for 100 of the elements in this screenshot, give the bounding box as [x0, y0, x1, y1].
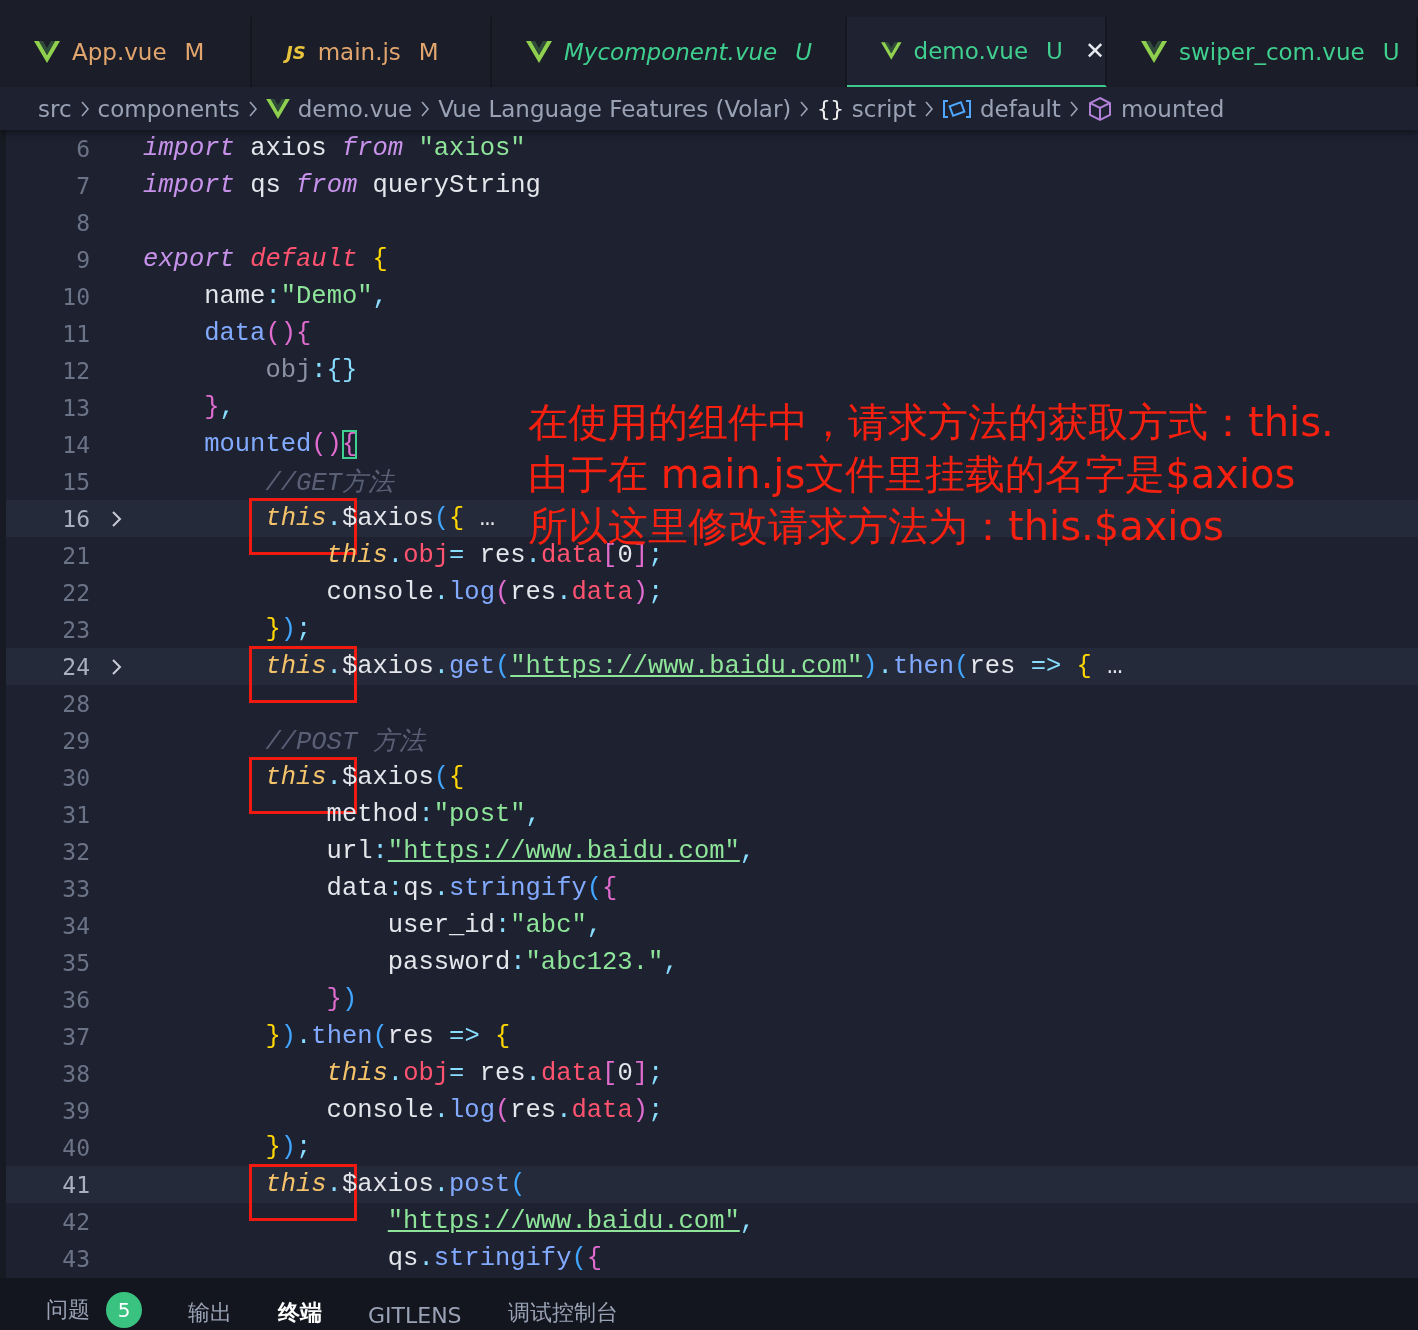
code-line: method:"post", [325, 800, 541, 829]
tab-label: swiper_com.vue [1179, 39, 1365, 65]
breadcrumb-item[interactable]: src [38, 95, 72, 122]
breadcrumb-item[interactable]: Vue Language Features (Volar) [438, 95, 792, 122]
code-line: }) [325, 985, 358, 1014]
line-number: 29 [61, 727, 90, 754]
code-line: "https://www.baidu.com", [386, 1207, 756, 1236]
line-number: 35 [61, 949, 90, 976]
vue-icon [34, 41, 60, 63]
code-line: url:"https://www.baidu.com", [325, 837, 756, 866]
tab-label: demo.vue [913, 38, 1029, 64]
line-number: 34 [61, 912, 90, 939]
line-number: 24 [61, 653, 90, 680]
breadcrumb-item[interactable]: script [851, 95, 916, 122]
braces-icon: {} [817, 96, 844, 121]
line-number: 12 [61, 357, 90, 384]
cube-icon [1086, 95, 1113, 122]
annotation-text: 在使用的组件中，请求方法的获取方式：this. [528, 398, 1334, 447]
code-line: this.obj= res.data[0]; [325, 1059, 664, 1088]
line-number: 6 [75, 135, 90, 162]
code-line: }, [203, 393, 235, 422]
vue-icon [881, 40, 902, 62]
chevron-icon [247, 99, 258, 118]
code-line: user_id:"abc", [386, 911, 603, 940]
code-line: }); [264, 1133, 312, 1162]
code-line: //POST 方法 [264, 726, 425, 758]
git-status: M [184, 39, 205, 65]
chevron-icon [420, 99, 431, 118]
line-number: 33 [61, 875, 90, 902]
editor-tab[interactable]: Mycomponent.vue U [492, 17, 847, 87]
line-number: 14 [61, 431, 90, 458]
line-number: 16 [61, 505, 90, 532]
line-number: 11 [61, 320, 90, 347]
vue-icon [526, 41, 552, 63]
editor-tab[interactable]: App.vue M [0, 17, 252, 87]
line-number: 7 [75, 172, 90, 199]
code-line: }); [264, 615, 312, 644]
code-line: }).then(res => { [264, 1022, 511, 1051]
code-line: console.log(res.data); [325, 1096, 664, 1125]
line-number: 10 [61, 283, 90, 310]
code-line: mounted(){ [203, 430, 358, 459]
line-number: 42 [61, 1208, 90, 1235]
editor-tab[interactable]: swiper_com.vue U [1107, 17, 1418, 87]
git-status: M [418, 39, 439, 65]
breadcrumb-item[interactable]: demo.vue [297, 95, 413, 122]
editor-tab[interactable]: JS main.js M [252, 17, 492, 87]
code-line: import axios from "axios" [143, 134, 526, 163]
panel-tab[interactable]: 调试控制台 [507, 1298, 618, 1328]
count-badge: 5 [106, 1292, 142, 1328]
code-line: data(){ [203, 319, 312, 348]
code-line: obj:{} [264, 356, 358, 385]
panel-tab[interactable]: 输出 [188, 1298, 232, 1328]
git-status: U [795, 39, 813, 65]
module-icon [941, 98, 972, 119]
line-number: 30 [61, 764, 90, 791]
git-status: U [1046, 38, 1063, 64]
panel-tab[interactable]: 问题 [46, 1295, 90, 1325]
line-number: 28 [61, 690, 90, 717]
line-number: 40 [61, 1134, 90, 1161]
tab-label: main.js [317, 39, 401, 65]
line-number: 8 [75, 209, 90, 236]
panel-tab[interactable]: 终端 [278, 1298, 322, 1328]
panel-tab[interactable]: GITLENS [368, 1303, 462, 1328]
code-line: export default { [143, 245, 388, 274]
code-line: password:"abc123.", [386, 948, 679, 977]
chevron-icon[interactable] [110, 656, 123, 677]
chevron-icon [1068, 99, 1079, 118]
line-number: 9 [75, 246, 90, 273]
code-line: import qs from queryString [143, 171, 541, 200]
breadcrumb-item[interactable]: components [97, 95, 240, 122]
line-number: 31 [61, 801, 90, 828]
line-number: 43 [61, 1245, 90, 1272]
chevron-icon [799, 99, 810, 118]
line-number: 39 [61, 1097, 90, 1124]
chevron-icon[interactable] [110, 508, 123, 529]
line-number: 41 [61, 1171, 90, 1198]
breadcrumb-item[interactable]: mounted [1120, 95, 1225, 122]
line-number: 13 [61, 394, 90, 421]
line-number: 36 [61, 986, 90, 1013]
line-number: 21 [61, 542, 90, 569]
tab-label: Mycomponent.vue [564, 39, 778, 65]
line-number: 38 [61, 1060, 90, 1087]
code-line: qs.stringify({ [386, 1244, 603, 1273]
editor-tab[interactable]: demo.vue U ✕ [847, 17, 1107, 87]
vue-icon [265, 98, 290, 119]
tab-label: App.vue [72, 39, 167, 65]
line-number: 32 [61, 838, 90, 865]
code-line: data:qs.stringify({ [325, 874, 618, 903]
close-icon[interactable]: ✕ [1084, 37, 1105, 65]
code-line: //GET方法 [264, 467, 394, 499]
breadcrumb-item[interactable]: default [979, 95, 1061, 122]
vue-icon [1141, 41, 1167, 63]
chevron-icon [79, 99, 90, 118]
code-line: name:"Demo", [203, 282, 388, 311]
line-number: 22 [61, 579, 90, 606]
git-status: U [1382, 39, 1400, 65]
line-number: 15 [61, 468, 90, 495]
code-line: console.log(res.data); [325, 578, 664, 607]
chevron-icon [923, 99, 934, 118]
line-number: 37 [61, 1023, 90, 1050]
